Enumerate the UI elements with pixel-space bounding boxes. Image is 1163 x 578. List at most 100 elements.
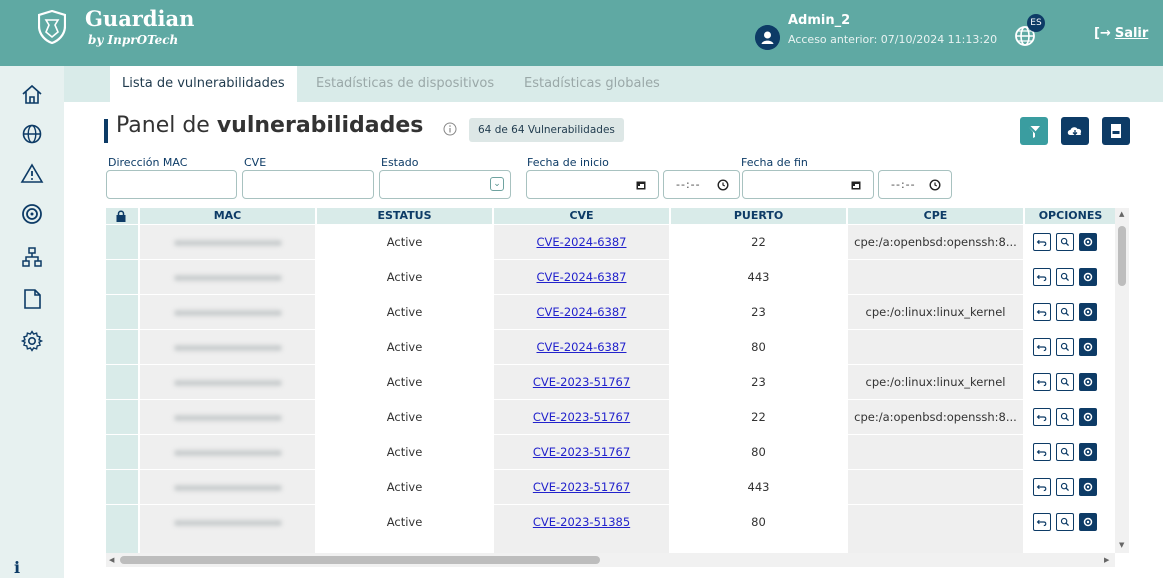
search-icon[interactable] — [1056, 478, 1074, 496]
info-button[interactable]: i — [14, 558, 20, 577]
cve-link[interactable]: CVE-2023-51385 — [533, 515, 630, 529]
col-port[interactable]: PUERTO — [671, 208, 846, 224]
settings-gear-icon[interactable] — [1079, 233, 1097, 251]
home-icon[interactable] — [20, 83, 44, 107]
cve-link[interactable]: CVE-2023-51767 — [533, 410, 630, 424]
history-icon[interactable] — [1033, 443, 1051, 461]
cpe-cell: cpe:/o:linux:linux_kernel — [848, 365, 1023, 399]
horizontal-scrollbar[interactable]: ◀ ▶ — [106, 553, 1115, 567]
scroll-down-arrow-icon[interactable]: ▼ — [1119, 541, 1124, 549]
tab-global-stats[interactable]: Estadísticas globales — [512, 66, 672, 102]
language-badge[interactable]: ES — [1027, 14, 1045, 32]
search-icon[interactable] — [1056, 233, 1074, 251]
start-time-input[interactable]: --:-- — [663, 170, 740, 199]
mac-filter-input[interactable] — [106, 170, 237, 199]
table-row: Active CVE-2023-51385 80 — [106, 505, 1116, 539]
user-avatar-icon[interactable] — [755, 25, 780, 50]
cve-link[interactable]: CVE-2024-6387 — [537, 235, 627, 249]
settings-icon[interactable] — [20, 329, 44, 353]
logout-button[interactable]: [→ Salir — [1094, 26, 1148, 41]
mac-cell — [140, 505, 315, 539]
settings-gear-icon[interactable] — [1079, 443, 1097, 461]
horizontal-scroll-thumb[interactable] — [120, 556, 600, 564]
vertical-scroll-thumb[interactable] — [1118, 226, 1126, 286]
row-lock-cell — [106, 435, 138, 469]
cve-cell: CVE-2023-51767 — [494, 470, 669, 504]
options-cell — [1025, 470, 1116, 504]
history-icon[interactable] — [1033, 478, 1051, 496]
title-accent-bar — [104, 119, 108, 143]
settings-gear-icon[interactable] — [1079, 373, 1097, 391]
cve-link[interactable]: CVE-2023-51767 — [533, 445, 630, 459]
calendar-icon[interactable] — [636, 180, 646, 190]
cve-link[interactable]: CVE-2024-6387 — [537, 270, 627, 284]
col-status[interactable]: ESTATUS — [317, 208, 492, 224]
row-lock-cell — [106, 295, 138, 329]
sidebar — [0, 66, 64, 578]
col-cve[interactable]: CVE — [494, 208, 669, 224]
document-icon[interactable] — [20, 287, 44, 311]
options-cell — [1025, 400, 1116, 434]
settings-gear-icon[interactable] — [1079, 268, 1097, 286]
pdf-icon — [1111, 124, 1121, 138]
info-circle-icon[interactable] — [443, 122, 457, 136]
tab-device-stats[interactable]: Estadísticas de dispositivos — [304, 66, 506, 102]
search-icon[interactable] — [1056, 338, 1074, 356]
redacted-mac — [173, 484, 282, 491]
status-cell: Active — [386, 480, 423, 494]
settings-gear-icon[interactable] — [1079, 478, 1097, 496]
clock-icon[interactable] — [929, 179, 941, 191]
scroll-left-arrow-icon[interactable]: ◀ — [109, 556, 114, 564]
search-icon[interactable] — [1056, 303, 1074, 321]
col-options[interactable]: OPCIONES — [1025, 208, 1116, 224]
cve-filter-input[interactable] — [242, 170, 374, 199]
search-icon[interactable] — [1056, 373, 1074, 391]
start-date-input[interactable] — [526, 170, 659, 199]
settings-gear-icon[interactable] — [1079, 303, 1097, 321]
status-cell: Active — [386, 375, 423, 389]
history-icon[interactable] — [1033, 338, 1051, 356]
history-icon[interactable] — [1033, 408, 1051, 426]
user-name: Admin_2 — [788, 13, 851, 28]
app-header: Guardian by InprOTech Admin_2 Acceso ant… — [0, 0, 1163, 66]
globe-icon[interactable] — [20, 122, 44, 146]
cve-link[interactable]: CVE-2024-6387 — [537, 340, 627, 354]
export-pdf-button[interactable] — [1102, 117, 1130, 145]
network-icon[interactable] — [20, 245, 44, 269]
status-filter-select[interactable]: ⌄ — [379, 170, 511, 199]
cve-link[interactable]: CVE-2023-51767 — [533, 375, 630, 389]
history-icon[interactable] — [1033, 303, 1051, 321]
cve-link[interactable]: CVE-2024-6387 — [537, 305, 627, 319]
history-icon[interactable] — [1033, 233, 1051, 251]
search-icon[interactable] — [1056, 443, 1074, 461]
settings-gear-icon[interactable] — [1079, 338, 1097, 356]
cpe-cell — [848, 260, 1023, 294]
options-cell — [1025, 505, 1116, 539]
radar-icon[interactable] — [20, 202, 44, 226]
table-row: Active CVE-2023-51767 23 cpe:/o:linux:linux… — [106, 365, 1116, 399]
end-date-input[interactable] — [742, 170, 874, 199]
history-icon[interactable] — [1033, 268, 1051, 286]
col-cpe[interactable]: CPE — [848, 208, 1023, 224]
table-row: Active CVE-2023-51767 80 — [106, 435, 1116, 469]
clock-icon[interactable] — [717, 179, 729, 191]
scroll-up-arrow-icon[interactable]: ▲ — [1119, 210, 1124, 218]
scroll-right-arrow-icon[interactable]: ▶ — [1104, 556, 1109, 564]
search-icon[interactable] — [1056, 268, 1074, 286]
settings-gear-icon[interactable] — [1079, 513, 1097, 531]
col-mac[interactable]: MAC — [140, 208, 315, 224]
history-icon[interactable] — [1033, 373, 1051, 391]
calendar-icon[interactable] — [851, 180, 861, 190]
port-cell: 23 — [751, 375, 766, 389]
clear-filter-button[interactable] — [1020, 117, 1048, 145]
search-icon[interactable] — [1056, 513, 1074, 531]
warning-icon[interactable] — [20, 162, 44, 186]
search-icon[interactable] — [1056, 408, 1074, 426]
history-icon[interactable] — [1033, 513, 1051, 531]
tab-vulnerability-list[interactable]: Lista de vulnerabilidades — [110, 66, 297, 102]
settings-gear-icon[interactable] — [1079, 408, 1097, 426]
vertical-scrollbar[interactable]: ▲ ▼ — [1115, 208, 1129, 553]
cve-link[interactable]: CVE-2023-51767 — [533, 480, 630, 494]
download-button[interactable] — [1061, 117, 1089, 145]
end-time-input[interactable]: --:-- — [878, 170, 952, 199]
